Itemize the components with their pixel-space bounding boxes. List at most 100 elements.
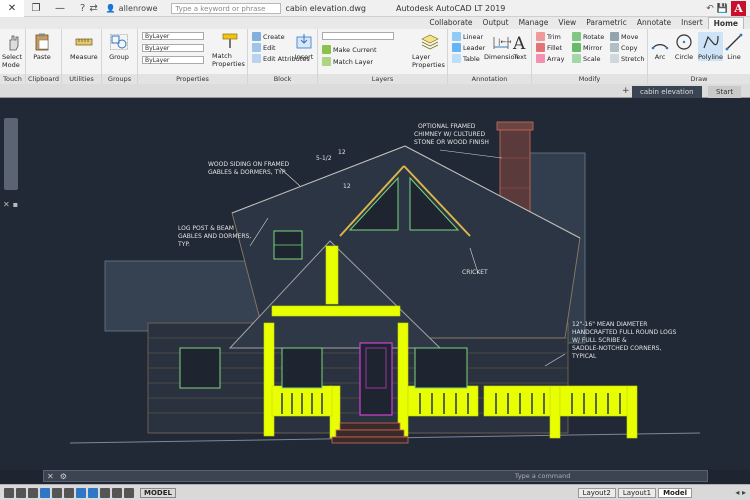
close-window-button[interactable]: ✕ (0, 0, 24, 17)
linear-dimension-button[interactable]: Linear (452, 32, 483, 41)
user-icon: 👤 (105, 3, 116, 13)
tab-parametric[interactable]: Parametric (581, 17, 632, 29)
panel-layers: Make Current Match Layer Layer Propertie… (318, 29, 448, 84)
navigation-bar[interactable] (4, 118, 18, 190)
cricket-note: CRICKET (462, 269, 488, 276)
tab-collaborate[interactable]: Collaborate (424, 17, 477, 29)
copy-button[interactable]: Copy (610, 43, 638, 52)
command-line[interactable]: ✕ ⚙ Type a command (43, 470, 708, 482)
workspace-icon[interactable] (52, 487, 62, 498)
group-button[interactable]: Group (109, 32, 129, 61)
tab-layout2[interactable]: Layout2 (577, 487, 616, 498)
stretch-button[interactable]: Stretch (610, 54, 644, 63)
model-space-button[interactable]: MODEL (140, 487, 176, 498)
table-icon (452, 54, 461, 63)
insert-block-button[interactable]: Insert (294, 32, 314, 61)
exchange-icon[interactable]: ⇄ (89, 3, 97, 14)
user-account[interactable]: 👤 allenrowe (106, 4, 158, 13)
layer-combo[interactable] (322, 32, 394, 40)
logs-note-line5: TYPICAL (571, 353, 597, 360)
circle-button[interactable]: Circle (674, 32, 694, 61)
scale-button[interactable]: Scale (572, 54, 601, 63)
match-properties-button[interactable]: Match Properties (212, 31, 247, 68)
tab-home[interactable]: Home (707, 17, 744, 29)
panel-title-modify: Modify (532, 74, 647, 84)
tab-manage[interactable]: Manage (514, 17, 554, 29)
polar-tracking-icon[interactable] (88, 487, 98, 498)
layer-properties-button[interactable]: Layer Properties (412, 32, 447, 69)
grid-icon[interactable] (124, 487, 134, 498)
clipboard-icon (35, 33, 49, 51)
customize-icon[interactable] (4, 487, 14, 498)
array-button[interactable]: Array (536, 54, 565, 63)
command-close-icon[interactable]: ✕ (47, 472, 54, 481)
tab-output[interactable]: Output (478, 17, 514, 29)
search-input[interactable]: Type a keyword or phrase (171, 2, 282, 14)
line-button[interactable]: Line (724, 32, 744, 61)
array-icon (536, 54, 545, 63)
table-button[interactable]: Table (452, 54, 480, 63)
command-wrench-icon[interactable]: ⚙ (60, 472, 67, 481)
fullscreen-icon[interactable] (16, 487, 26, 498)
tab-layout1[interactable]: Layout1 (617, 487, 657, 498)
stretch-icon (610, 54, 619, 63)
file-name: cabin elevation.dwg (285, 3, 366, 13)
create-block-button[interactable]: Create (252, 32, 285, 41)
drawing-canvas[interactable]: OPTIONAL FRAMED CHIMNEY W/ CULTURED STON… (0, 98, 750, 470)
move-button[interactable]: Move (610, 32, 638, 41)
siding-note-line1: WOOD SIDING ON FRAMED (208, 161, 289, 168)
rotate-button[interactable]: Rotate (572, 32, 604, 41)
lineweight-combo[interactable]: ByLayer (142, 44, 204, 52)
fillet-button[interactable]: Fillet (536, 43, 562, 52)
text-button[interactable]: A Text (510, 32, 530, 61)
match-layer-button[interactable]: Match Layer (322, 57, 373, 66)
select-mode-button[interactable]: Select Mode (2, 32, 25, 69)
trim-button[interactable]: Trim (536, 32, 561, 41)
new-tab-icon[interactable]: + (622, 86, 630, 96)
annotation-scale-icon[interactable] (40, 487, 50, 498)
color-combo[interactable]: ByLayer (142, 32, 204, 40)
object-snap-icon[interactable] (76, 487, 86, 498)
isolate-icon[interactable] (28, 487, 38, 498)
line-icon (725, 33, 743, 51)
porch-window-left (281, 347, 323, 389)
polyline-button[interactable]: Polyline (698, 32, 724, 61)
make-current-button[interactable]: Make Current (322, 45, 377, 54)
tab-cabin-elevation[interactable]: cabin elevation (632, 86, 702, 98)
pin-viewport-icon[interactable]: ▪ (13, 200, 18, 209)
tab-insert[interactable]: Insert (676, 17, 708, 29)
make-current-icon (322, 45, 331, 54)
tab-start[interactable]: Start (708, 86, 742, 98)
rotate-icon (572, 32, 581, 41)
logpost-note-line3: TYP. (177, 241, 190, 248)
tab-view[interactable]: View (553, 17, 581, 29)
paste-button[interactable]: Paste (32, 32, 52, 61)
hand-icon (9, 35, 18, 51)
panel-touch: Select Mode Touch (0, 29, 26, 84)
tab-annotate[interactable]: Annotate (632, 17, 676, 29)
quick-access-undo-icon[interactable]: ↶ (706, 4, 714, 14)
command-input[interactable]: Type a command (515, 472, 571, 480)
minimize-window-button[interactable]: — (48, 0, 72, 17)
app-menu-logo[interactable]: A (731, 1, 746, 16)
insert-block-icon (296, 34, 312, 49)
snap-mode-icon[interactable] (112, 487, 122, 498)
fillet-icon (536, 43, 545, 52)
mirror-button[interactable]: Mirror (572, 43, 602, 52)
arc-button[interactable]: Arc (650, 32, 670, 61)
edit-attributes-icon (252, 54, 261, 63)
quick-access-save-icon[interactable]: 💾 (717, 4, 728, 14)
text-icon: A (512, 34, 526, 52)
ortho-icon[interactable] (100, 487, 110, 498)
layout-nav-icon[interactable]: ◂ ▸ (735, 488, 746, 497)
leader-button[interactable]: Leader (452, 43, 485, 52)
measure-button[interactable]: Measure (70, 32, 98, 61)
edit-block-button[interactable]: Edit (252, 43, 276, 52)
tab-model[interactable]: Model (658, 487, 692, 498)
lineweight-icon[interactable] (64, 487, 74, 498)
close-viewport-icon[interactable]: ✕ (3, 200, 10, 209)
help-icon[interactable]: ? (80, 3, 85, 14)
linetype-combo[interactable]: ByLayer (142, 56, 204, 64)
polyline-icon (702, 35, 719, 49)
restore-window-button[interactable]: ❐ (24, 0, 48, 17)
